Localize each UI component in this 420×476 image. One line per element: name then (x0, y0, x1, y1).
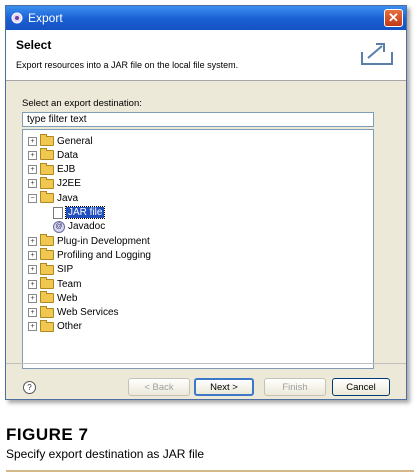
tree-item[interactable]: + Plug-in Development (28, 234, 150, 248)
tree-child-label: Javadoc (68, 221, 106, 233)
folder-icon (40, 176, 54, 189)
figure-title: FIGURE 7 (6, 425, 89, 444)
help-icon[interactable]: ? (23, 381, 36, 394)
folder-icon (40, 134, 54, 146)
title-bar[interactable]: Export ✕ (6, 6, 406, 30)
destination-label: Select an export destination: (22, 98, 142, 109)
tree-item[interactable]: + SIP (28, 262, 74, 277)
cancel-button[interactable]: Cancel (332, 378, 390, 396)
tree-item[interactable]: + Profiling and Logging (28, 248, 151, 262)
page-description: Export resources into a JAR file on the … (16, 60, 239, 70)
expand-icon[interactable]: + (28, 165, 37, 175)
tree-item-label: J2EE (57, 178, 81, 190)
tree-item[interactable]: + Data (28, 148, 78, 162)
caption-divider (6, 470, 414, 472)
tree-item-label: General (57, 135, 93, 147)
expand-icon[interactable]: + (28, 179, 37, 189)
tree-item-label: SIP (57, 264, 74, 276)
figure-caption: Specify export destination as JAR file (6, 447, 205, 461)
button-bar: ? < Back Next > Finish Cancel (6, 363, 406, 402)
back-button[interactable]: < Back (128, 378, 190, 396)
tree-item[interactable]: + Web Services (28, 305, 119, 320)
page-title: Select (16, 38, 52, 52)
folder-icon (40, 291, 54, 304)
tree-item-label: EJB (57, 164, 76, 176)
expand-icon[interactable]: + (28, 265, 37, 275)
tree-item-label: Profiling and Logging (57, 249, 151, 261)
tree-item-label: Plug-in Development (57, 235, 150, 247)
expand-icon[interactable]: + (28, 308, 37, 318)
filter-input[interactable]: type filter text (22, 112, 374, 127)
window-title: Export (28, 11, 63, 25)
folder-icon (40, 148, 54, 161)
close-button[interactable]: ✕ (384, 9, 403, 27)
folder-icon (40, 191, 54, 204)
expand-icon[interactable]: + (28, 150, 37, 160)
tree-child-label: JAR file (64, 206, 106, 219)
eclipse-app-icon (11, 12, 23, 24)
collapse-icon[interactable]: − (28, 193, 37, 203)
tree-item-label: Java (57, 192, 79, 204)
tree-item[interactable]: + Other (28, 319, 83, 334)
export-icon (361, 43, 393, 65)
expand-icon[interactable]: + (28, 279, 37, 289)
tree-item[interactable]: + Team (28, 277, 81, 291)
tree-item-label: Data (57, 149, 79, 161)
expand-icon[interactable]: + (28, 322, 37, 332)
folder-icon (40, 277, 54, 289)
javadoc-icon: @ (53, 220, 65, 233)
folder-icon (40, 248, 54, 261)
tree-item[interactable]: + J2EE (28, 176, 81, 191)
tree-item-label: Other (57, 321, 83, 333)
expand-icon[interactable]: + (28, 293, 37, 303)
tree-item[interactable]: − Java (28, 191, 78, 205)
expand-icon[interactable]: + (28, 136, 37, 146)
folder-icon (40, 234, 54, 247)
destination-tree[interactable]: + General + Data + EJB + J2EE − Java JAR file @ Java… (22, 129, 374, 369)
tree-child-item[interactable]: @ Javadoc (53, 220, 105, 234)
tree-item[interactable]: + EJB (28, 162, 76, 177)
tree-item-label: Web Services (57, 307, 119, 319)
close-icon: ✕ (388, 10, 399, 25)
next-button[interactable]: Next > (194, 378, 254, 396)
finish-button[interactable]: Finish (264, 378, 326, 396)
folder-icon (40, 162, 54, 175)
wizard-banner: Select Export resources into a JAR file … (6, 30, 406, 81)
expand-icon[interactable]: + (28, 250, 37, 260)
expand-icon[interactable]: + (28, 236, 37, 246)
export-dialog: Export ✕ Select Export resources into a … (5, 5, 407, 400)
folder-icon (40, 305, 54, 318)
tree-item-label: Team (57, 278, 82, 290)
jar-file-icon (53, 206, 63, 219)
folder-icon (40, 262, 54, 275)
tree-item[interactable]: + General (28, 134, 93, 148)
tree-child-item[interactable]: JAR file (53, 206, 106, 220)
tree-item[interactable]: + Web (28, 291, 77, 305)
folder-icon (40, 319, 54, 332)
tree-item-label: Web (57, 292, 78, 304)
